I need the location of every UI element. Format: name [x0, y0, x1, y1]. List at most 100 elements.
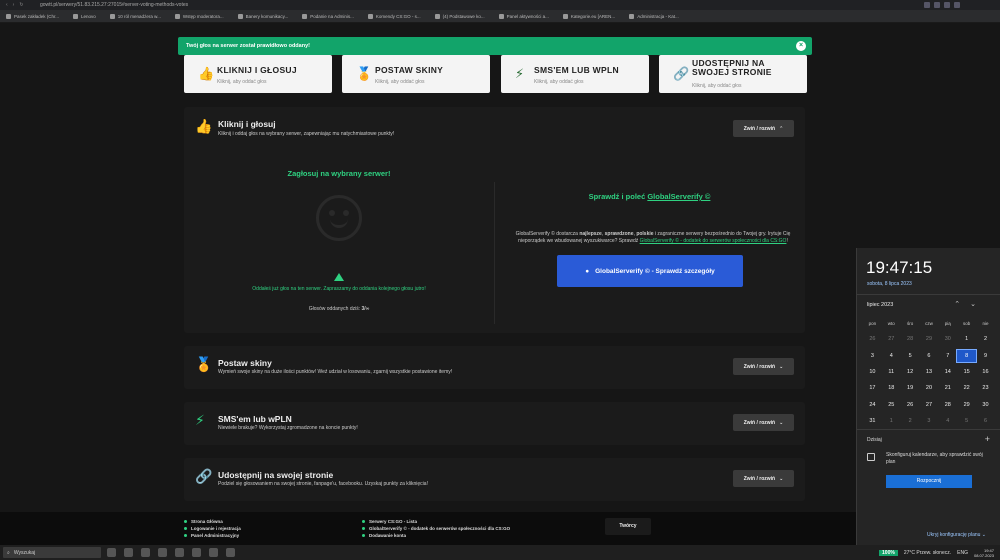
calendar-day[interactable]: 27: [882, 336, 901, 342]
bookmark-item[interactable]: Administracja - Kat...: [629, 13, 679, 19]
taskbar-clock[interactable]: 19:47 08.07.2023: [974, 548, 994, 558]
calendar-day[interactable]: 24: [863, 402, 882, 408]
calendar-day[interactable]: 17: [863, 385, 882, 391]
calendar-day[interactable]: 2: [976, 336, 995, 342]
toggle-button[interactable]: Zwiń / rozwiń ⌃: [733, 120, 794, 137]
calendar-day[interactable]: 30: [938, 336, 957, 342]
extension-icon[interactable]: [924, 2, 930, 8]
app-icon[interactable]: [107, 548, 116, 557]
app-icon[interactable]: [175, 548, 184, 557]
extension-icon[interactable]: [944, 2, 950, 8]
calendar-day[interactable]: 30: [976, 402, 995, 408]
calendar-day[interactable]: 19: [901, 385, 920, 391]
footer-link[interactable]: Logowanie i rejestracja: [184, 525, 241, 532]
bookmark-item[interactable]: Podanie na Adminis...: [302, 13, 354, 19]
top-card-share[interactable]: 🔗 UDOSTĘPNIJ NA SWOJEJ STRONIE Kliknij, …: [659, 55, 807, 93]
top-card-sms[interactable]: ⚡ SMS'EM LUB WPLN Kliknij, aby oddać gło…: [501, 55, 649, 93]
bookmark-item[interactable]: Komendy CS:GO - s...: [367, 13, 421, 19]
calendar-day[interactable]: 31: [863, 418, 882, 424]
bookmark-item[interactable]: Panel aktywności a...: [498, 13, 549, 19]
weather-widget[interactable]: 27°C Przew. słonecz.: [904, 550, 951, 556]
calendar-day[interactable]: 7: [938, 353, 957, 359]
app-icon[interactable]: [158, 548, 167, 557]
extension-icon[interactable]: [934, 2, 940, 8]
bookmark-item[interactable]: Wstęp moderatora...: [174, 13, 224, 19]
taskbar-search[interactable]: ⌕ Wyszukaj: [3, 547, 101, 558]
calendar-day[interactable]: 4: [938, 418, 957, 424]
close-icon[interactable]: ×: [796, 41, 806, 51]
hide-plan-link[interactable]: Ukryj konfigurację planu ⌄: [927, 532, 986, 538]
forward-icon[interactable]: ›: [13, 2, 15, 8]
calendar-day[interactable]: 5: [901, 353, 920, 359]
calendar-day[interactable]: 3: [920, 418, 939, 424]
address-bar[interactable]: gowtt.pl/serwery/51.83.215.27:27015#serv…: [40, 2, 924, 8]
calendar-day[interactable]: 16: [976, 369, 995, 375]
start-button[interactable]: Rozpocznij: [886, 475, 972, 488]
calendar-day[interactable]: 26: [901, 402, 920, 408]
creators-button[interactable]: Twórcy: [605, 518, 651, 535]
app-icon[interactable]: [209, 548, 218, 557]
footer-link[interactable]: Panel Administracyjny: [184, 532, 241, 539]
globalserverify-link[interactable]: GlobalServerify ©: [647, 192, 710, 201]
toggle-button[interactable]: Zwiń / rozwiń ⌄: [733, 414, 794, 431]
calendar-day[interactable]: 6: [976, 418, 995, 424]
bookmark-item[interactable]: Banery komunikacy...: [237, 13, 288, 19]
calendar-day[interactable]: 27: [920, 402, 939, 408]
calendar-day[interactable]: 12: [901, 369, 920, 375]
top-card-skins[interactable]: 🏅 POSTAW SKINY Kliknij, aby oddać głos: [342, 55, 490, 93]
calendar-day[interactable]: 11: [882, 369, 901, 375]
calendar-day-selected[interactable]: 8: [956, 348, 978, 363]
calendar-day[interactable]: 3: [863, 353, 882, 359]
calendar-day[interactable]: 28: [938, 402, 957, 408]
toggle-button[interactable]: Zwiń / rozwiń ⌄: [733, 470, 794, 487]
calendar-day[interactable]: 9: [976, 353, 995, 359]
globalserverify-button[interactable]: ● GlobalServerify © - Sprawdź szczegóły: [557, 255, 743, 287]
calendar-day[interactable]: 23: [976, 385, 995, 391]
chevron-down-icon[interactable]: ⌄: [970, 301, 986, 308]
footer-link[interactable]: Dodawanie konta: [362, 532, 510, 539]
app-icon[interactable]: [124, 548, 133, 557]
footer-link[interactable]: Strona Główna: [184, 518, 241, 525]
calendar-day[interactable]: 4: [882, 353, 901, 359]
app-icon[interactable]: [226, 548, 235, 557]
app-icon[interactable]: [141, 548, 150, 557]
calendar-day[interactable]: 29: [920, 336, 939, 342]
globalserverify-addon-link[interactable]: GlobalServerify © - dodatek do serwerów …: [640, 238, 787, 244]
calendar-day[interactable]: 6: [920, 353, 939, 359]
calendar-day[interactable]: 22: [957, 385, 976, 391]
calendar-day[interactable]: 5: [957, 418, 976, 424]
calendar-day[interactable]: 20: [920, 385, 939, 391]
calendar-day[interactable]: 14: [938, 369, 957, 375]
chevron-up-icon[interactable]: ⌃: [954, 301, 970, 308]
bookmark-item[interactable]: Pasek zakładek (Chr...: [6, 13, 59, 19]
toggle-button[interactable]: Zwiń / rozwiń ⌄: [733, 358, 794, 375]
month-label[interactable]: lipiec 2023: [867, 302, 893, 308]
calendar-day[interactable]: 28: [901, 336, 920, 342]
calendar-day[interactable]: 29: [957, 402, 976, 408]
clock-date[interactable]: sobota, 8 lipca 2023: [867, 281, 912, 287]
reload-icon[interactable]: ↻: [19, 2, 23, 8]
battery-indicator[interactable]: 100%: [879, 549, 898, 556]
footer-link[interactable]: Serwery CS:GO - Lista: [362, 518, 510, 525]
bookmark-item[interactable]: Kategorie.eu [AREN...: [562, 13, 615, 19]
plus-icon[interactable]: +: [985, 434, 990, 444]
back-icon[interactable]: ‹: [6, 2, 8, 8]
footer-link[interactable]: GlobalServerify © - dodatek do serwerów …: [362, 525, 510, 532]
calendar-day[interactable]: 26: [863, 336, 882, 342]
calendar-day[interactable]: 1: [882, 418, 901, 424]
bookmark-item[interactable]: (4) Podstawowe ko...: [434, 13, 485, 19]
calendar-day[interactable]: 15: [957, 369, 976, 375]
bookmark-item[interactable]: 10 ról menadżera w...: [109, 13, 161, 19]
calendar-day[interactable]: 10: [863, 369, 882, 375]
calendar-day[interactable]: 21: [938, 385, 957, 391]
extension-icon[interactable]: [954, 2, 960, 8]
language-indicator[interactable]: ENG: [957, 550, 968, 556]
top-card-click-vote[interactable]: 👍 KLIKNIJ I GŁOSUJ Kliknij, aby oddać gł…: [184, 55, 332, 93]
app-icon[interactable]: [192, 548, 201, 557]
calendar-day[interactable]: 1: [957, 336, 976, 342]
calendar-day[interactable]: 18: [882, 385, 901, 391]
calendar-day[interactable]: 25: [882, 402, 901, 408]
bookmark-item[interactable]: Lenovo: [73, 13, 96, 19]
calendar-day[interactable]: 2: [901, 418, 920, 424]
calendar-day[interactable]: 13: [920, 369, 939, 375]
